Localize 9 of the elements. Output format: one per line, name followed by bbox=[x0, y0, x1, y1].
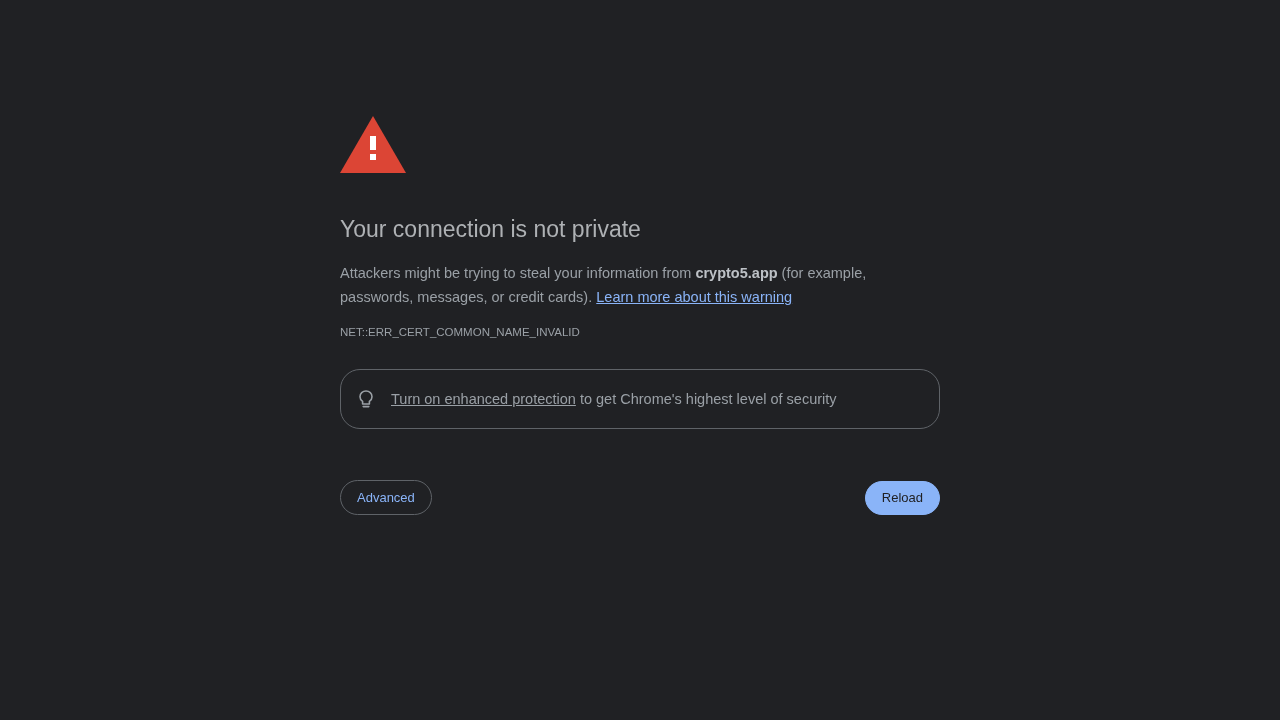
protection-text: Turn on enhanced protection to get Chrome's highest level of security bbox=[391, 390, 837, 409]
reload-button[interactable]: Reload bbox=[864, 480, 940, 515]
warning-text: Attackers might be trying to steal your information from crypto5.app (for example, passwords, messages, or credit cards). Learn more about this warning bbox=[340, 264, 868, 307]
learn-more-link[interactable]: Learn more about this warning bbox=[596, 289, 793, 305]
page-heading: Your connection is not private bbox=[340, 215, 642, 244]
enhanced-protection-link[interactable]: Turn on enhanced protection bbox=[391, 391, 576, 407]
error-code: NET::ERR_CERT_COMMON_NAME_INVALID bbox=[340, 325, 580, 339]
lightbulb-icon bbox=[359, 389, 373, 409]
warning-triangle-icon bbox=[340, 116, 406, 173]
